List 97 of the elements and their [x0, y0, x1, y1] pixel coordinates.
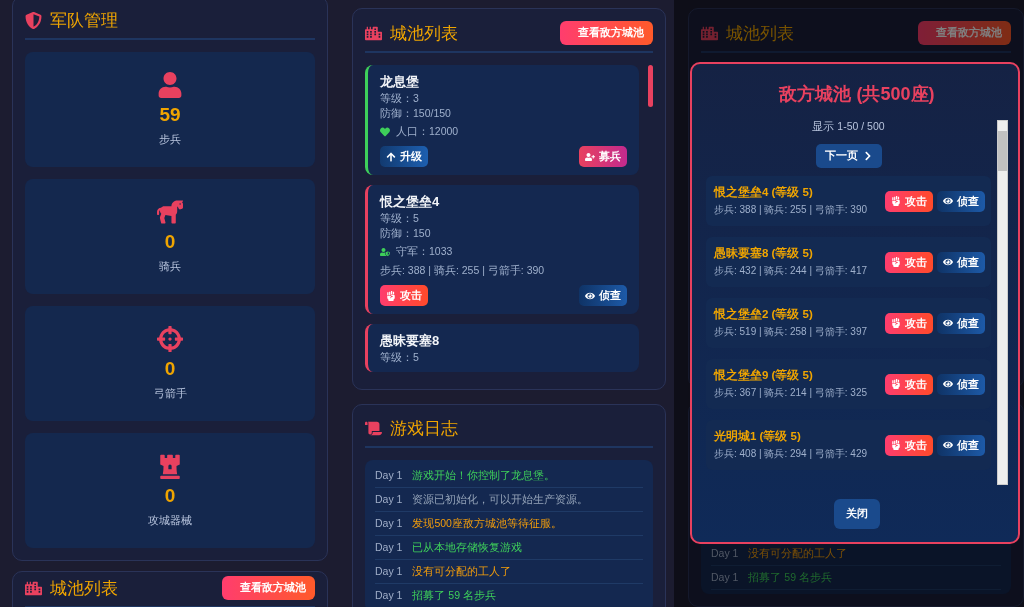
enemy-city-name: 恨之堡垒9 (等级 5) — [714, 368, 814, 383]
guard-icon — [380, 246, 390, 257]
log-message: 已从本地存储恢复游戏 — [412, 541, 523, 554]
unit-count: 0 — [164, 358, 176, 380]
scout-button[interactable]: 侦查 — [937, 373, 985, 395]
scout-button[interactable]: 侦查 — [937, 434, 985, 456]
scout-button[interactable]: 侦查 — [937, 190, 985, 212]
crosshair-icon — [157, 326, 183, 352]
troop-counts: 步兵: 519 | 骑兵: 258 | 弓箭手: 397 — [714, 325, 869, 339]
city-stat: 守军：1033 — [396, 245, 453, 258]
panel-title: 城池列表 — [50, 577, 118, 600]
eye-icon — [585, 290, 595, 301]
log-day: Day 1 — [375, 517, 403, 530]
arrow-up-icon — [386, 151, 396, 162]
close-button[interactable]: 关闭 — [834, 499, 880, 529]
eye-icon — [943, 257, 953, 267]
troop-counts: 步兵: 388 | 骑兵: 255 | 弓箭手: 390 — [714, 203, 869, 217]
log-day: Day 1 — [375, 469, 403, 482]
city-stat: 人口：12000 — [396, 125, 459, 138]
panel-title: 军队管理 — [50, 10, 118, 32]
user-plus-icon — [585, 151, 595, 162]
log-day: Day 1 — [375, 565, 403, 578]
city-name: 龙息堡 — [380, 74, 420, 90]
log-message: 发现500座敌方城池等待征服。 — [412, 517, 562, 530]
view-enemy-cities-button[interactable]: 查看敌方城池 — [560, 21, 653, 45]
scout-button[interactable]: 侦查 — [579, 285, 627, 306]
attack-button[interactable]: 攻击 — [885, 312, 933, 334]
fist-icon — [891, 257, 901, 267]
buildings-icon — [25, 579, 42, 597]
city-stat: 防御：150 — [380, 227, 432, 240]
unit-count: 59 — [159, 104, 181, 126]
eye-icon — [943, 196, 953, 206]
fist-icon — [891, 379, 901, 389]
enemy-city-name: 光明城1 (等级 5) — [714, 429, 802, 444]
unit-label: 攻城器械 — [148, 513, 192, 528]
troop-counts: 步兵: 432 | 骑兵: 244 | 弓箭手: 417 — [714, 264, 869, 278]
troop-counts: 步兵: 367 | 骑兵: 214 | 弓箭手: 325 — [714, 386, 869, 400]
enemy-city-name: 恨之堡垒2 (等级 5) — [714, 307, 814, 322]
attack-button[interactable]: 攻击 — [885, 190, 933, 212]
log-day: Day 1 — [375, 541, 403, 554]
log-message: 游戏开始！你控制了龙息堡。 — [412, 469, 556, 482]
eye-icon — [943, 318, 953, 328]
horse-icon — [157, 199, 183, 225]
chevron-right-icon — [862, 151, 873, 161]
log-message: 没有可分配的工人了 — [412, 565, 512, 578]
city-stat: 等级：5 — [380, 212, 420, 225]
page-range: 显示 1-50 / 500 — [812, 120, 885, 134]
log-day: Day 1 — [711, 571, 739, 584]
unit-count: 0 — [164, 231, 176, 253]
unit-label: 步兵 — [159, 132, 181, 147]
log-message: 资源已初始化，可以开始生产资源。 — [412, 493, 589, 506]
panel-title: 游戏日志 — [390, 418, 458, 440]
unit-label: 弓箭手 — [153, 386, 187, 401]
log-day: Day 1 — [711, 547, 739, 560]
attack-button[interactable]: 攻击 — [380, 285, 428, 306]
heart-icon — [380, 126, 390, 137]
upgrade-button[interactable]: 升级 — [380, 146, 428, 167]
unit-count: 0 — [164, 485, 176, 507]
city-name: 恨之堡垒4 — [380, 194, 441, 210]
city-stat: 等级：3 — [380, 92, 420, 105]
attack-button[interactable]: 攻击 — [885, 434, 933, 456]
recruit-button[interactable]: 募兵 — [579, 146, 627, 167]
city-name: 愚昧要塞8 — [380, 333, 441, 349]
scout-button[interactable]: 侦查 — [937, 251, 985, 273]
fist-icon — [386, 290, 396, 301]
shield-icon — [25, 12, 42, 29]
view-enemy-cities-button[interactable]: 查看敌方城池 — [222, 576, 315, 600]
log-message: 招募了 59 名步兵 — [748, 571, 832, 584]
log-message: 没有可分配的工人了 — [748, 547, 848, 560]
attack-button[interactable]: 攻击 — [885, 251, 933, 273]
buildings-icon — [365, 24, 382, 42]
dialog-title: 敌方城池 (共500座) — [779, 83, 935, 106]
fist-icon — [891, 196, 901, 206]
city-stat: 防御：150/150 — [380, 107, 452, 120]
log-message: 招募了 59 名步兵 — [412, 589, 496, 602]
fist-icon — [891, 440, 901, 450]
log-day: Day 1 — [375, 589, 403, 602]
unit-label: 骑兵 — [159, 259, 181, 274]
scrollbar-thumb — [648, 65, 653, 107]
eye-icon — [943, 440, 953, 450]
log-day: Day 1 — [375, 493, 403, 506]
enemy-city-name: 恨之堡垒4 (等级 5) — [714, 185, 814, 200]
attack-button[interactable]: 攻击 — [885, 373, 933, 395]
buildings-icon — [701, 24, 718, 42]
scroll-icon — [365, 420, 382, 437]
fist-icon — [891, 318, 901, 328]
panel-title: 城池列表 — [390, 22, 458, 45]
eye-icon — [943, 379, 953, 389]
tower-icon — [157, 453, 183, 479]
enemy-city-name: 愚昧要塞8 (等级 5) — [714, 246, 814, 261]
next-page-button[interactable]: 下一页 — [815, 144, 882, 168]
scout-button[interactable]: 侦查 — [937, 312, 985, 334]
troop-counts: 步兵: 408 | 骑兵: 294 | 弓箭手: 429 — [714, 447, 869, 461]
city-stat: 等级：5 — [380, 351, 420, 364]
panel-title: 城池列表 — [726, 22, 794, 45]
troop-counts: 步兵: 388 | 骑兵: 255 | 弓箭手: 390 — [380, 264, 546, 277]
person-icon — [157, 72, 183, 98]
